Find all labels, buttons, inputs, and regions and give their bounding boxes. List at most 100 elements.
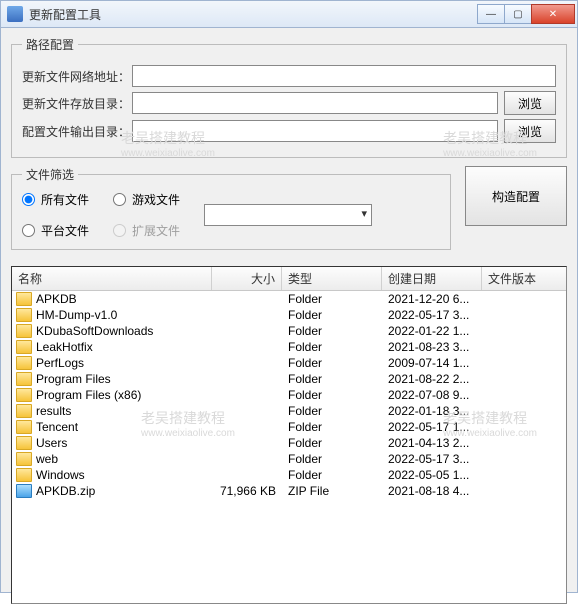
radio-platform-input[interactable] — [22, 224, 35, 237]
file-type: Folder — [282, 388, 382, 402]
maximize-button[interactable]: ▢ — [504, 4, 532, 24]
list-header: 名称 大小 类型 创建日期 文件版本 — [12, 267, 566, 291]
file-type: Folder — [282, 436, 382, 450]
file-date: 2009-07-14 1... — [382, 356, 482, 370]
file-list[interactable]: 名称 大小 类型 创建日期 文件版本 APKDBFolder2021-12-20… — [11, 266, 567, 604]
folder-icon — [16, 308, 32, 322]
net-addr-input[interactable] — [132, 65, 556, 87]
folder-icon — [16, 324, 32, 338]
file-date: 2022-07-08 9... — [382, 388, 482, 402]
app-icon — [7, 6, 23, 22]
radio-platform-files[interactable]: 平台文件 — [22, 222, 89, 239]
file-type: Folder — [282, 324, 382, 338]
col-name[interactable]: 名称 — [12, 267, 212, 290]
radio-ext-files: 扩展文件 — [113, 222, 180, 239]
folder-icon — [16, 404, 32, 418]
file-date: 2022-05-17 3... — [382, 308, 482, 322]
folder-icon — [16, 372, 32, 386]
col-size[interactable]: 大小 — [212, 267, 282, 290]
folder-icon — [16, 436, 32, 450]
filter-combo[interactable] — [204, 204, 372, 226]
file-name: Tencent — [36, 420, 78, 434]
browse-store-button[interactable]: 浏览 — [504, 91, 556, 115]
folder-icon — [16, 452, 32, 466]
table-row[interactable]: Program Files (x86) Folder2022-07-08 9... — [12, 387, 566, 403]
folder-icon — [16, 388, 32, 402]
file-date: 2022-05-17 3... — [382, 452, 482, 466]
table-row[interactable]: WindowsFolder2022-05-05 1... — [12, 467, 566, 483]
file-type: Folder — [282, 340, 382, 354]
radio-all-files[interactable]: 所有文件 — [22, 191, 89, 208]
browse-out-button[interactable]: 浏览 — [504, 119, 556, 143]
file-date: 2021-12-20 6... — [382, 292, 482, 306]
table-row[interactable]: HM-Dump-v1.0Folder2022-05-17 3... — [12, 307, 566, 323]
file-name: Program Files (x86) — [36, 388, 141, 402]
table-row[interactable]: PerfLogs Folder2009-07-14 1... — [12, 355, 566, 371]
store-dir-input[interactable] — [132, 92, 498, 114]
file-type: Folder — [282, 292, 382, 306]
table-row[interactable]: KDubaSoftDownloadsFolder2022-01-22 1... — [12, 323, 566, 339]
file-name: APKDB.zip — [36, 484, 95, 498]
window-controls: — ▢ ✕ — [478, 4, 575, 24]
radio-ext-input — [113, 224, 126, 237]
file-name: APKDB — [36, 292, 77, 306]
file-type: Folder — [282, 372, 382, 386]
table-row[interactable]: Users Folder2021-04-13 2... — [12, 435, 566, 451]
file-date: 2021-08-18 4... — [382, 484, 482, 498]
radio-game-input[interactable] — [113, 193, 126, 206]
out-dir-label: 配置文件输出目录： — [22, 123, 132, 140]
file-type: Folder — [282, 420, 382, 434]
window-title: 更新配置工具 — [29, 6, 478, 23]
table-row[interactable]: APKDB.zip 71,966 KBZIP File2021-08-18 4..… — [12, 483, 566, 499]
file-date: 2021-08-23 3... — [382, 340, 482, 354]
folder-icon — [16, 356, 32, 370]
file-type: Folder — [282, 468, 382, 482]
folder-icon — [16, 292, 32, 306]
file-date: 2022-01-18 3... — [382, 404, 482, 418]
table-row[interactable]: results Folder2022-01-18 3... — [12, 403, 566, 419]
folder-icon — [16, 340, 32, 354]
zip-icon — [16, 484, 32, 498]
net-addr-label: 更新文件网络地址： — [22, 68, 132, 85]
out-dir-input[interactable] — [132, 120, 498, 142]
path-config-group: 路径配置 更新文件网络地址： 更新文件存放目录： 浏览 配置文件输出目录： 浏览 — [11, 36, 567, 158]
file-name: web — [36, 452, 58, 466]
file-name: Users — [36, 436, 67, 450]
file-filter-group: 文件筛选 所有文件 平台文件 游戏文件 — [11, 166, 451, 250]
file-date: 2022-01-22 1... — [382, 324, 482, 338]
close-button[interactable]: ✕ — [531, 4, 575, 24]
file-date: 2022-05-05 1... — [382, 468, 482, 482]
file-name: HM-Dump-v1.0 — [36, 308, 117, 322]
list-rows: APKDBFolder2021-12-20 6...HM-Dump-v1.0Fo… — [12, 291, 566, 499]
radio-all-input[interactable] — [22, 193, 35, 206]
folder-icon — [16, 420, 32, 434]
file-filter-legend: 文件筛选 — [22, 166, 78, 183]
file-name: Program Files — [36, 372, 111, 386]
file-name: results — [36, 404, 71, 418]
col-date[interactable]: 创建日期 — [382, 267, 482, 290]
file-type: Folder — [282, 452, 382, 466]
file-size: 71,966 KB — [212, 484, 282, 498]
radio-game-files[interactable]: 游戏文件 — [113, 191, 180, 208]
file-name: LeakHotfix — [36, 340, 93, 354]
file-date: 2021-04-13 2... — [382, 436, 482, 450]
col-ver[interactable]: 文件版本 — [482, 267, 552, 290]
store-dir-label: 更新文件存放目录： — [22, 95, 132, 112]
file-date: 2021-08-22 2... — [382, 372, 482, 386]
file-name: PerfLogs — [36, 356, 84, 370]
file-type: ZIP File — [282, 484, 382, 498]
col-type[interactable]: 类型 — [282, 267, 382, 290]
file-type: Folder — [282, 404, 382, 418]
table-row[interactable]: Program Files Folder2021-08-22 2... — [12, 371, 566, 387]
table-row[interactable]: Tencent Folder2022-05-17 1... — [12, 419, 566, 435]
table-row[interactable]: web Folder2022-05-17 3... — [12, 451, 566, 467]
build-config-button[interactable]: 构造配置 — [465, 166, 567, 226]
file-date: 2022-05-17 1... — [382, 420, 482, 434]
file-type: Folder — [282, 356, 382, 370]
table-row[interactable]: LeakHotfix Folder2021-08-23 3... — [12, 339, 566, 355]
titlebar: 更新配置工具 — ▢ ✕ — [0, 0, 578, 28]
client-area: 路径配置 更新文件网络地址： 更新文件存放目录： 浏览 配置文件输出目录： 浏览… — [0, 28, 578, 593]
minimize-button[interactable]: — — [477, 4, 505, 24]
table-row[interactable]: APKDB Folder2021-12-20 6... — [12, 291, 566, 307]
path-config-legend: 路径配置 — [22, 36, 78, 53]
